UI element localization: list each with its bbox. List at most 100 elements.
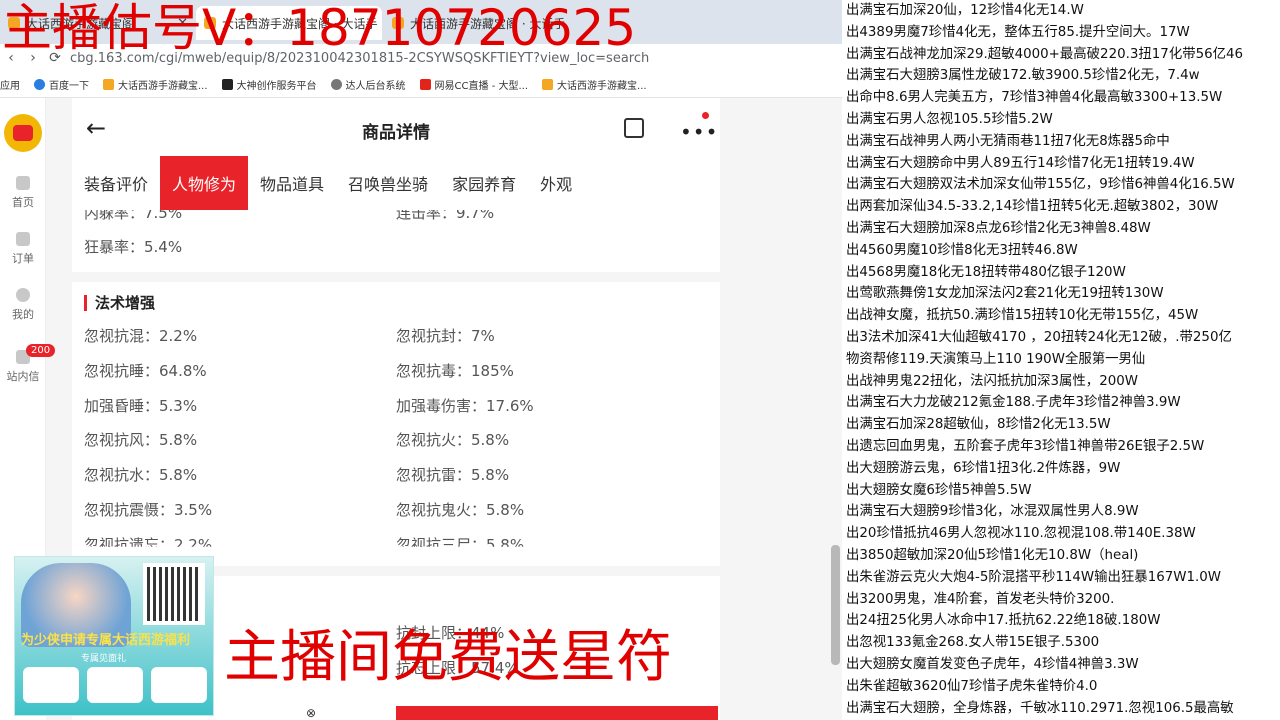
listing-line: 出满宝石大翅膀，全身炼器，千敏冰110.2971.忽视106.5最高敏: [846, 700, 1234, 716]
listing-line: 出满宝石加深20仙，12珍惜4化无14.W: [846, 3, 1084, 18]
category-tabs: 装备评价 人物修为 物品道具 召唤兽坐骑 家园养育 外观: [72, 156, 720, 210]
stat-item: 忽视抗封：7%: [396, 327, 495, 345]
stat-item: 忽视抗雷：5.8%: [396, 466, 510, 485]
tab-home[interactable]: 家园养育: [440, 156, 528, 210]
listing-line: 出满宝石男人忽视105.5珍惜5.2W: [846, 112, 1053, 127]
stat-item: 忽视抗混：2.2%: [84, 327, 198, 345]
listing-line: 出3200男鬼，准4阶套，首发老头特价3200.: [846, 591, 1115, 607]
user-icon: [16, 288, 30, 302]
stat-item: 忽视抗毒：185%: [396, 361, 514, 380]
bookmark-daren[interactable]: 达人后台系统: [330, 77, 406, 92]
promo-banner[interactable]: 为少侠申请专属大话西游福利 专属见面礼: [14, 556, 214, 716]
bookmark-creator[interactable]: 大神创作服务平台: [221, 77, 317, 92]
listing-line: 出朱雀游云克火大炮4-5阶混搭平秒114W输出狂暴167W1.0W: [846, 569, 1222, 585]
bookmark-label: 大话西游手游藏宝...: [557, 81, 647, 92]
page-scrollbar[interactable]: [831, 545, 840, 665]
listing-line: 物资帮修119.天演策马上110 190W全服第一男仙: [846, 351, 1146, 367]
bookmark-cbg[interactable]: 大话西游手游藏宝...: [103, 77, 208, 92]
tab-items[interactable]: 物品道具: [248, 156, 336, 210]
listing-line: 出满宝石大力龙破212氪金188.子虎年3珍惜2神兽3.9W: [846, 395, 1181, 411]
stat-item: 忽视抗睡：64.8%: [84, 361, 207, 380]
cbg-icon: [542, 79, 554, 90]
bookmark-label: 百度一下: [49, 81, 89, 92]
cc-live-icon: [419, 79, 431, 90]
listing-line: 出战神女魔，抵抗50.满珍惜15扭转10化无带155亿，45W: [846, 308, 1199, 324]
more-icon[interactable]: •••: [680, 120, 718, 144]
listing-line: 出3法术加深41大仙超敏4170 ，20扭转24化无12破，.带250亿: [846, 330, 1232, 345]
bookmark-label: 大神创作服务平台: [236, 81, 317, 92]
home-icon: [16, 176, 30, 190]
sidebar-item-label: 站内信: [6, 370, 40, 383]
close-icon[interactable]: ⊗: [306, 706, 316, 720]
stat-crit-rate: 狂暴率：5.4%: [84, 238, 183, 256]
listing-line: 出满宝石大翅膀双法术加深女仙带155亿，9珍惜6神兽4化16.5W: [846, 177, 1235, 193]
section-title-text: 法术增强: [95, 294, 156, 312]
stat-item: 忽视抗火：5.8%: [396, 431, 510, 450]
listing-line: 出满宝石大翅膀加深8点龙6珍惜2化无3神兽8.48W: [846, 221, 1151, 236]
listing-line: 出满宝石战神男人两小无猜雨巷11扭7化无8炼器5命中: [846, 133, 1170, 149]
listing-line: 出大翅膀游云鬼，6珍惜1扭3化.2件炼器，9W: [846, 460, 1121, 476]
bookmark-apps[interactable]: 应用: [0, 77, 20, 92]
listing-line: 出4568男魔18化无18扭转带480亿银子120W: [846, 264, 1126, 280]
cbg-icon: [103, 79, 114, 90]
app-sidebar: 首页 订单 我的 200 站内信: [0, 98, 56, 558]
tab-appearance[interactable]: 外观: [528, 156, 584, 210]
tab-pets-mounts[interactable]: 召唤兽坐骑: [336, 156, 440, 210]
section-title: 法术增强: [84, 292, 155, 313]
streamer-watermark-bottom: 主播间免费送星符: [224, 625, 672, 690]
gift-item: [23, 667, 79, 703]
dashen-icon: [221, 79, 233, 90]
sidebar-item-mine[interactable]: 我的: [0, 288, 46, 322]
listing-line: 出24扭25化男人冰命中17.抵抗62.22绝18破.180W: [846, 613, 1161, 629]
bottom-action-bar[interactable]: [396, 706, 718, 720]
bookmark-baidu[interactable]: 百度一下: [34, 77, 89, 92]
stat-item: 忽视抗三尸：5.8%: [396, 535, 525, 554]
page-title: 商品详情: [362, 123, 430, 143]
listing-line: 出3850超敏加深20仙5珍惜1化无10.8W（heal): [846, 548, 1139, 563]
notification-dot: [702, 112, 709, 119]
promo-subtitle: 专属见面礼: [81, 654, 127, 664]
share-icon[interactable]: [624, 118, 644, 138]
bookmark-label: 大话西游手游藏宝...: [118, 81, 208, 92]
listing-line: 出忽视133氪金268.女人带15E银子.5300: [846, 635, 1100, 651]
tab-character-cultivation[interactable]: 人物修为: [160, 156, 249, 210]
section-divider: [72, 272, 720, 282]
listing-line: 出满宝石大翅膀9珍惜3化，冰混双属性男人8.9W: [846, 504, 1139, 520]
streamer-watermark-top: 主播估号V：18710720625: [2, 0, 637, 57]
globe-icon: [330, 79, 342, 90]
qr-code-image: [143, 563, 205, 625]
listing-line: 出战神男鬼22扭化，法闪抵抗加深3属性，200W: [846, 373, 1138, 389]
message-count-badge: 200: [26, 344, 56, 357]
promo-headline: 为少侠申请专属大话西游福利: [21, 633, 191, 648]
sidebar-item-orders[interactable]: 订单: [0, 232, 46, 266]
listing-overlay: 出满宝石加深20仙，12珍惜4化无14.W 出4389男魔7珍惜4化无，整体五行8…: [842, 0, 1280, 720]
baidu-icon: [34, 79, 45, 90]
listing-line: 出朱雀超敏3620仙7珍惜子虎朱雀特价4.0: [846, 678, 1098, 694]
bookmark-cc[interactable]: 网易CC直播 - 大型...: [419, 77, 528, 92]
listing-line: 出满宝石战神龙加深29.超敏4000+最高破220.3扭17化带56亿46: [846, 46, 1244, 62]
bookmarks-bar: 应用 百度一下 大话西游手游藏宝... 大神创作服务平台 达人后台系统 网易CC…: [0, 72, 842, 98]
listing-line: 出满宝石大翅膀3属性龙破172.敏3900.5珍惜2化无，7.4w: [846, 68, 1200, 84]
gift-row: [23, 667, 207, 703]
order-icon: [16, 232, 30, 246]
stat-item: 加强昏睡：5.3%: [84, 396, 198, 415]
listing-line: 出满宝石大翅膀命中男人89五行14珍惜7化无1扭转19.4W: [846, 155, 1195, 171]
gift-item: [151, 667, 207, 703]
bookmark-label: 应用: [0, 81, 20, 92]
listing-line: 出4560男魔10珍惜8化无3扭转46.8W: [846, 242, 1078, 258]
listing-line: 出命中8.6男人完美五方，7珍惜3神兽4化最高敏3300+13.5W: [846, 90, 1223, 106]
sidebar-item-label: 首页: [12, 196, 34, 209]
stat-item: 忽视抗遗忘：2.2%: [84, 535, 213, 554]
listing-line: 出20珍惜抵抗46男人忽视冰110.忽视混108.带140E.38W: [846, 526, 1196, 542]
sidebar-item-home[interactable]: 首页: [0, 176, 46, 210]
tab-equipment-rating[interactable]: 装备评价: [72, 156, 160, 210]
screen: 大话西游手游藏宝阁✕ 大话西游手游藏宝阁 · 大话手✕ 大话西游手游藏宝阁 · …: [0, 0, 1280, 720]
section-accent-bar: [84, 294, 87, 311]
sidebar-item-messages[interactable]: 200 站内信: [0, 344, 56, 384]
stat-item: 加强毒伤害：17.6%: [396, 396, 534, 415]
listing-line: 出大翅膀女魔首发变色子虎年，4珍惜4神兽3.3W: [846, 657, 1139, 672]
bookmark-cbg-2[interactable]: 大话西游手游藏宝...: [542, 77, 647, 92]
sidebar-item-label: 订单: [12, 252, 34, 265]
stat-item: 忽视抗风：5.8%: [84, 431, 198, 450]
app-logo-icon[interactable]: [4, 114, 42, 152]
